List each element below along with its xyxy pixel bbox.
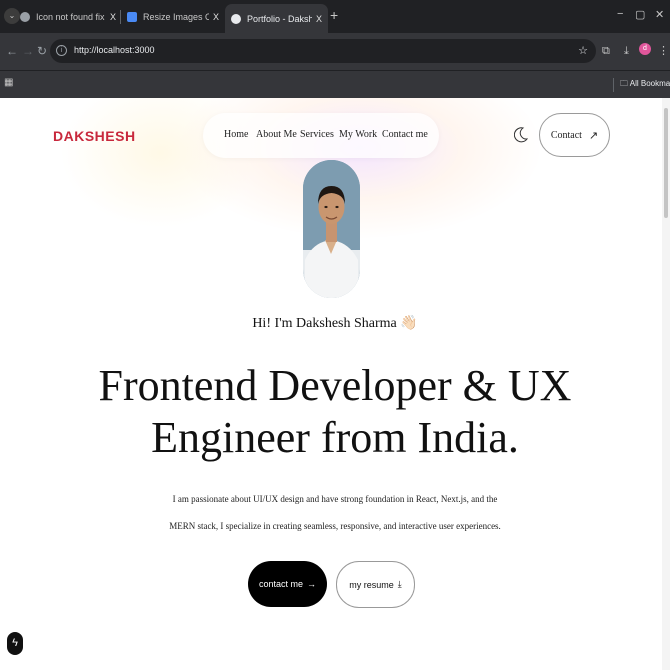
minimize-icon[interactable]: − (617, 8, 623, 20)
contact-me-button[interactable]: contact me → (248, 561, 327, 607)
tab-title: Resize Images Online - Resize (143, 12, 209, 22)
greeting-text: Hi! I'm Dakshesh Sharma 👋🏻 (252, 316, 418, 331)
tab-close-icon[interactable]: X (213, 12, 219, 22)
header-contact-label: Contact (550, 129, 582, 141)
lightning-bolt-icon[interactable]: ϟ (7, 632, 23, 655)
back-icon[interactable]: ← (6, 44, 18, 58)
page-scrollbar-thumb[interactable] (664, 108, 668, 218)
url-text[interactable]: http://localhost:3000 (74, 45, 155, 55)
profile-avatar[interactable]: d (639, 43, 651, 55)
dark-mode-moon-icon[interactable] (514, 127, 528, 143)
nav-contact-me[interactable]: Contact me (382, 129, 428, 140)
profile-photo (303, 160, 360, 298)
nav-home[interactable]: Home (224, 129, 248, 140)
hero-headline: Frontend Developer & UX Engineer from In… (0, 360, 670, 464)
site-logo[interactable]: DAKSHESH (53, 128, 136, 144)
tab-title: Icon not found fix (36, 12, 105, 22)
headline-line-1: Frontend Developer & UX (98, 361, 572, 410)
folder-icon: 🗀 (620, 79, 628, 88)
description-line-1: I am passionate about UI/UX design and h… (172, 494, 498, 504)
tab-favicon-icon (20, 12, 30, 22)
nav-my-work[interactable]: My Work (339, 129, 377, 140)
bookmarks-bar: ▦ 🗀 All Bookmarks (0, 70, 670, 98)
arrow-up-right-icon: ↗ (588, 129, 599, 142)
nav-services[interactable]: Services (300, 129, 334, 140)
extensions-icon[interactable]: ⧉ (602, 44, 610, 58)
tab-portfolio-dakshesh[interactable]: Portfolio - Dakshesh X (225, 4, 328, 33)
bookmarks-divider (613, 78, 614, 92)
contact-me-label: contact me (258, 579, 304, 589)
site-info-icon[interactable]: i (56, 45, 67, 56)
arrow-right-icon: → (307, 579, 317, 589)
menu-kebab-icon[interactable]: ⋮ (658, 44, 669, 58)
tab-close-icon[interactable]: X (316, 14, 322, 24)
my-resume-button[interactable]: my resume ⤓ (336, 561, 415, 608)
download-icon[interactable]: ⤓ (624, 44, 629, 58)
address-bar[interactable]: i http://localhost:3000 ☆ (50, 39, 596, 63)
restore-icon[interactable]: ▢ (635, 8, 645, 21)
browser-toolbar: ← → ↻ i http://localhost:3000 ☆ ⧉ ⤓ ⋮ (0, 33, 670, 70)
tab-resize-images[interactable]: Resize Images Online - Resize X (121, 5, 225, 29)
all-bookmarks-button[interactable]: 🗀 All Bookmarks (620, 78, 670, 92)
tab-close-icon[interactable]: X (110, 12, 116, 22)
apps-grid-icon[interactable]: ▦ (4, 77, 13, 88)
reload-icon[interactable]: ↻ (37, 44, 47, 58)
nav-about-me[interactable]: About Me (256, 129, 297, 140)
new-tab-button[interactable]: + (330, 8, 338, 22)
all-bookmarks-label: All Bookmarks (629, 79, 670, 88)
tab-bar: ⌄ Icon not found fix X Resize Images Onl… (0, 0, 670, 33)
tab-favicon-icon (231, 13, 241, 24)
description-line-2: MERN stack, I specialize in creating sea… (169, 521, 501, 531)
close-window-icon[interactable]: ✕ (655, 8, 664, 21)
portfolio-page: DAKSHESH Home About Me Services My Work … (0, 98, 670, 670)
tab-favicon-icon (127, 12, 137, 22)
bookmark-star-icon[interactable]: ☆ (578, 44, 588, 57)
tab-title: Portfolio - Dakshesh (247, 13, 312, 24)
headline-line-2: Engineer from India. (151, 413, 519, 462)
forward-icon[interactable]: → (22, 44, 34, 58)
hero-description: I am passionate about UI/UX design and h… (0, 486, 670, 540)
download-icon: ⤓ (397, 579, 402, 589)
tab-icon-not-found-fix[interactable]: Icon not found fix X (14, 5, 122, 29)
my-resume-label: my resume (349, 579, 394, 590)
person-portrait-icon (303, 160, 360, 298)
header-contact-button[interactable]: Contact ↗ (539, 113, 610, 157)
